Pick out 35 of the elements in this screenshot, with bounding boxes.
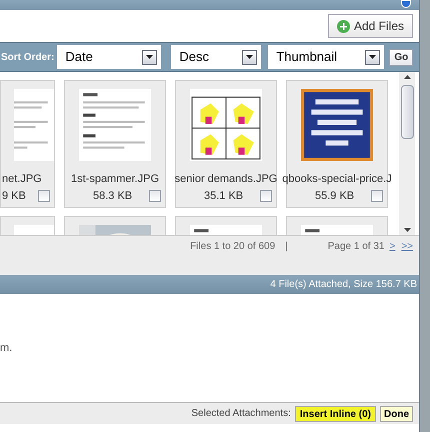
select-checkbox[interactable] [38,190,50,202]
select-checkbox[interactable] [260,190,272,202]
add-files-button[interactable]: Add Files [328,14,413,38]
pager-separator: | [285,240,288,254]
file-card[interactable]: senior demands.JPG 35.1 KB [175,80,277,208]
page-indicator: Page 1 of 31 [328,240,384,254]
help-icon[interactable] [401,0,411,8]
selected-attachments-label: Selected Attachments: [191,407,291,421]
file-size: 58.3 KB [93,188,132,204]
file-name: net.JPG [1,172,42,187]
last-page-link[interactable]: >> [401,239,413,254]
file-name: 1st-spammer.JPG [70,172,160,187]
scroll-down-icon[interactable] [404,228,410,232]
files-range: Files 1 to 20 of 609 [190,240,276,254]
view-select[interactable]: Thumbnail [268,45,384,69]
go-button[interactable]: Go [389,48,414,66]
file-size: 35.1 KB [204,188,244,204]
file-card[interactable]: net.JPG 9 KB [0,80,55,208]
file-card[interactable]: 1st-spammer.JPG 58.3 KB [64,80,166,208]
sort-order-label: Sort Order: [1,50,54,64]
sort-field-select[interactable]: Date [57,45,162,69]
scroll-up-icon[interactable] [404,75,410,79]
file-name: senior demands.JPG [174,172,278,187]
scrollbar[interactable] [399,72,415,235]
body-text: m. [0,340,12,356]
insert-inline-button[interactable]: Insert Inline (0) [294,406,376,422]
next-page-link[interactable]: > [389,239,396,254]
add-icon [336,20,350,32]
select-checkbox[interactable] [371,190,383,202]
sort-order-select[interactable]: Desc [171,45,262,69]
select-checkbox[interactable] [149,190,161,202]
attachments-summary: 4 File(s) Attached, Size 156.7 KB [270,278,417,292]
file-size: 55.9 KB [315,188,354,204]
done-button[interactable]: Done [380,406,413,422]
file-size: 9 KB [2,188,26,204]
